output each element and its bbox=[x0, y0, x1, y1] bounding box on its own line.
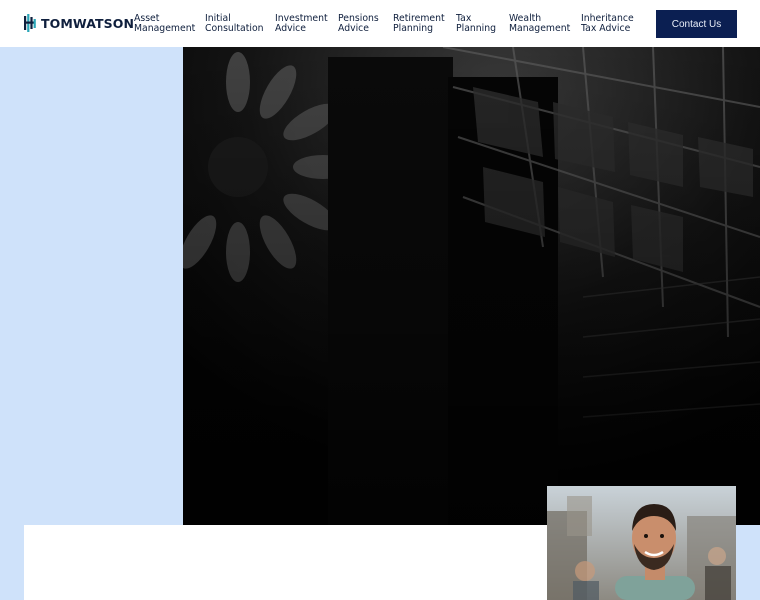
nav-item-initial-consultation[interactable]: Initial Consultation bbox=[205, 14, 264, 33]
nav-label-line2: Planning bbox=[456, 22, 497, 34]
brand-name: TOMWATSON bbox=[41, 15, 135, 31]
contact-us-button[interactable]: Contact Us bbox=[656, 10, 737, 38]
nav-label-line2: Advice bbox=[275, 22, 307, 34]
nav-label-line2: Planning bbox=[393, 22, 434, 34]
hero-image bbox=[183, 47, 760, 525]
advisor-photo bbox=[547, 486, 736, 600]
nav-label-line2: Management bbox=[134, 22, 196, 34]
nav-item-wealth-management[interactable]: Wealth Management bbox=[509, 14, 570, 33]
logo-mark-icon bbox=[24, 14, 36, 32]
nav-label-line2: Consultation bbox=[205, 22, 264, 34]
content-card bbox=[24, 525, 548, 600]
nav-item-tax-planning[interactable]: Tax Planning bbox=[456, 14, 496, 33]
nav-item-inheritance-tax-advice[interactable]: Inheritance Tax Advice bbox=[581, 14, 634, 33]
advisor-portrait-icon bbox=[547, 486, 736, 600]
nav-item-pensions-advice[interactable]: Pensions Advice bbox=[338, 14, 379, 33]
nav-item-asset-management[interactable]: Asset Management bbox=[134, 14, 195, 33]
nav-label-line2: Tax Advice bbox=[581, 22, 631, 34]
hero-left-panel bbox=[0, 47, 183, 600]
architecture-interior-icon bbox=[183, 47, 760, 525]
nav-item-retirement-planning[interactable]: Retirement Planning bbox=[393, 14, 445, 33]
brand-logo[interactable]: TOMWATSON bbox=[24, 14, 134, 32]
nav-item-investment-advice[interactable]: Investment Advice bbox=[275, 14, 328, 33]
nav-label-line2: Management bbox=[509, 22, 571, 34]
site-header: TOMWATSON Asset Management Initial Consu… bbox=[0, 0, 760, 47]
nav-label-line2: Advice bbox=[338, 22, 370, 34]
